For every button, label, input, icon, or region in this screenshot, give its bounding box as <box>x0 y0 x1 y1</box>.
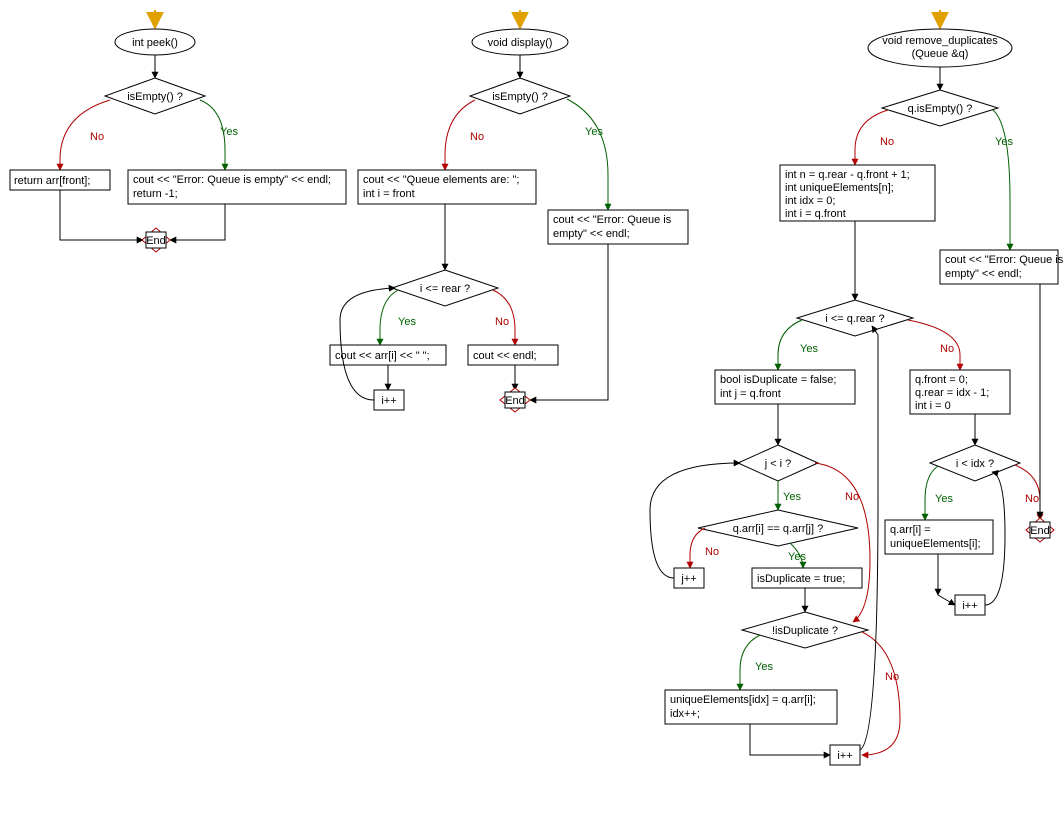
rd-after-l3: int i = 0 <box>915 400 951 412</box>
peek-no-box: return arr[front]; <box>14 175 90 187</box>
rd-d5-no: No <box>885 671 899 683</box>
rd-after-l2: q.rear = idx - 1; <box>915 387 989 399</box>
rd-init-l4: int i = q.front <box>785 208 846 220</box>
rd-assign-l1: q.arr[i] = <box>890 524 931 536</box>
display-end: End <box>500 388 530 412</box>
display-no-box-l1: cout << "Queue elements are: "; <box>363 174 519 186</box>
rd-assign-l2: uniqueElements[i]; <box>890 538 981 550</box>
rd-iinc: i++ <box>837 750 852 762</box>
flowchart-peek: int peek() isEmpty() ? Yes cout << "Erro… <box>10 10 346 252</box>
rd-jinc: j++ <box>680 573 696 585</box>
rd-d2: i <= q.rear ? <box>825 313 884 325</box>
rd-d2-yes: Yes <box>800 343 818 355</box>
peek-yes-box-l1: cout << "Error: Queue is empty" << endl; <box>133 174 331 186</box>
rd-dup: isDuplicate = true; <box>757 573 845 585</box>
peek-isempty: isEmpty() ? <box>127 91 183 103</box>
display-cout-endl: cout << endl; <box>473 350 537 362</box>
rd-d4-yes: Yes <box>788 551 806 563</box>
rd-iinc2: i++ <box>962 600 977 612</box>
peek-yes-label: Yes <box>220 126 238 138</box>
display-iinc: i++ <box>381 395 396 407</box>
rd-d4-no: No <box>705 546 719 558</box>
peek-no-label: No <box>90 131 104 143</box>
display-start: void display() <box>488 37 553 49</box>
display-loop-cond: i <= rear ? <box>420 283 470 295</box>
flowchart-display: void display() isEmpty() ? No cout << "Q… <box>330 10 688 412</box>
flowchart-canvas: int peek() isEmpty() ? Yes cout << "Erro… <box>0 0 1063 822</box>
display-no-box-l2: int i = front <box>363 188 415 200</box>
svg-text:End: End <box>1030 525 1050 537</box>
rd-d1-no: No <box>880 136 894 148</box>
peek-yes-box-l2: return -1; <box>133 188 178 200</box>
rd-init-l3: int idx = 0; <box>785 195 835 207</box>
rd-inner-l1: bool isDuplicate = false; <box>720 374 836 386</box>
svg-text:End: End <box>146 235 166 247</box>
rd-d6-no: No <box>1025 493 1039 505</box>
rd-d5-yes: Yes <box>755 661 773 673</box>
rd-init-l1: int n = q.rear - q.front + 1; <box>785 169 910 181</box>
rd-isempty: q.isEmpty() ? <box>908 103 973 115</box>
rd-uniq-l2: idx++; <box>670 708 700 720</box>
rd-d2-no: No <box>940 343 954 355</box>
peek-start: int peek() <box>132 37 178 49</box>
rd-d4: q.arr[i] == q.arr[j] ? <box>733 523 823 535</box>
rd-d3: j < i ? <box>764 458 792 470</box>
display-no-label: No <box>470 131 484 143</box>
rd-init-l2: int uniqueElements[n]; <box>785 182 894 194</box>
rd-start-l2: (Queue &q) <box>912 48 969 60</box>
rd-end: End <box>1026 518 1054 542</box>
rd-d1-yes: Yes <box>995 136 1013 148</box>
display-err-l2: empty" << endl; <box>553 228 630 240</box>
display-cout-arr: cout << arr[i] << " "; <box>335 350 430 362</box>
display-d2-no: No <box>495 316 509 328</box>
rd-inner-l2: int j = q.front <box>720 388 781 400</box>
display-err-l1: cout << "Error: Queue is <box>553 214 672 226</box>
rd-d5: !isDuplicate ? <box>772 625 838 637</box>
rd-d3-no: No <box>845 491 859 503</box>
rd-start-l1: void remove_duplicates <box>882 35 998 47</box>
display-isempty: isEmpty() ? <box>492 91 548 103</box>
display-d2-yes: Yes <box>398 316 416 328</box>
rd-uniq-l1: uniqueElements[idx] = q.arr[i]; <box>670 694 816 706</box>
rd-d3-yes: Yes <box>783 491 801 503</box>
display-yes-label: Yes <box>585 126 603 138</box>
rd-d6-yes: Yes <box>935 493 953 505</box>
flowchart-remove-duplicates: void remove_duplicates (Queue &q) q.isEm… <box>650 10 1063 765</box>
peek-end: End <box>142 228 170 252</box>
rd-d6: i < idx ? <box>956 458 994 470</box>
rd-err-l1: cout << "Error: Queue is <box>945 254 1063 266</box>
rd-after-l1: q.front = 0; <box>915 374 968 386</box>
svg-text:End: End <box>505 395 525 407</box>
rd-err-l2: empty" << endl; <box>945 268 1022 280</box>
